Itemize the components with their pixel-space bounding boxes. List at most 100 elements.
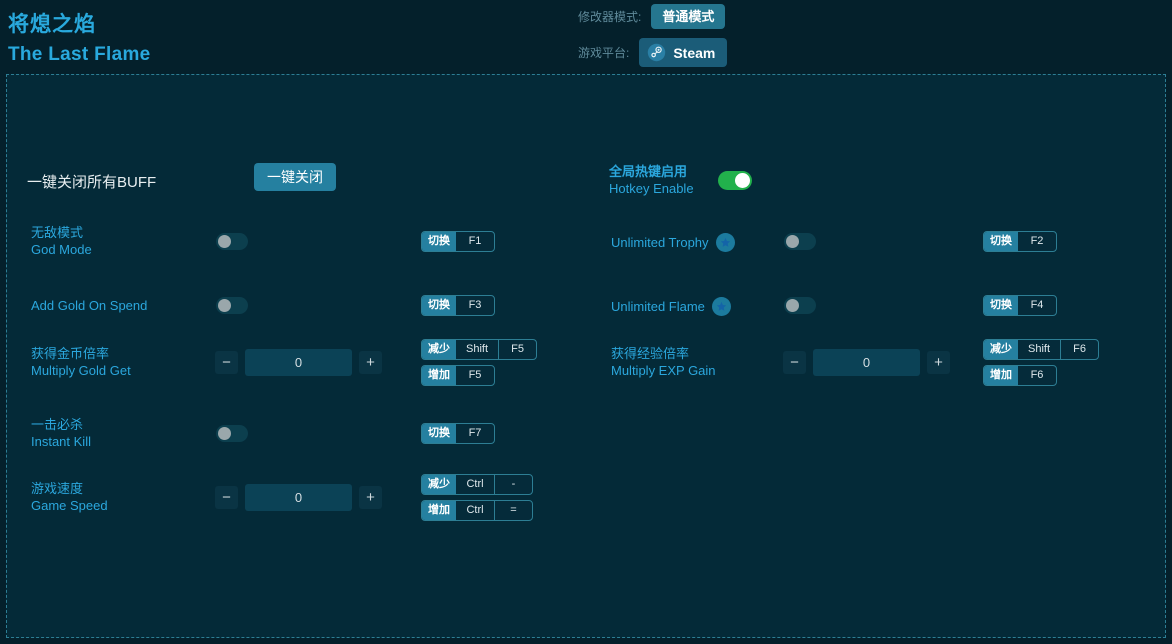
hotkey-group: 减少ShiftF5增加F5: [421, 339, 537, 386]
stepper-decrement-button[interactable]: −: [215, 351, 238, 374]
hotkey-action-label: 减少: [422, 340, 456, 359]
cheat-label-en: Unlimited Flame: [611, 297, 791, 316]
stepper-value-input[interactable]: [245, 484, 352, 511]
hotkey-group: 切换F4: [983, 295, 1057, 316]
app-title-en: The Last Flame: [8, 44, 151, 66]
stepper-value-input[interactable]: [813, 349, 920, 376]
hotkey-chip[interactable]: 减少ShiftF6: [983, 339, 1099, 360]
cheat-toggle[interactable]: [216, 297, 248, 314]
cheat-label-en: Multiply EXP Gain: [611, 362, 791, 379]
cheat-label-zh: 游戏速度: [31, 480, 211, 497]
hotkey-key: F5: [456, 366, 494, 385]
hotkey-key: F7: [456, 424, 494, 443]
toggle-knob: [218, 299, 231, 312]
close-all-button[interactable]: 一键关闭: [254, 163, 336, 191]
hotkey-chip[interactable]: 增加F5: [421, 365, 495, 386]
hotkey-key: F6: [1018, 366, 1056, 385]
cheat-label: Unlimited Flame: [611, 297, 791, 316]
close-all-title: 一键关闭所有BUFF: [27, 171, 156, 192]
star-icon: [716, 233, 735, 252]
stepper-decrement-button[interactable]: −: [215, 486, 238, 509]
hotkey-group: 切换F1: [421, 231, 495, 252]
cheat-label-en-text: Game Speed: [31, 497, 108, 514]
cheat-toggle[interactable]: [216, 425, 248, 442]
hotkey-group: 减少Ctrl- 增加Ctrl=: [421, 474, 533, 521]
cheat-label-zh: 一击必杀: [31, 416, 211, 433]
hotkey-action-label: 减少: [984, 340, 1018, 359]
hotkey-key: -: [494, 475, 532, 494]
toggle-knob: [786, 235, 799, 248]
cheat-label-en-text: Unlimited Trophy: [611, 234, 709, 251]
hotkey-key: F6: [1060, 340, 1098, 359]
hotkey-enable-label: 全局热键启用 Hotkey Enable: [609, 163, 694, 197]
cheat-label: 一击必杀Instant Kill: [31, 416, 211, 450]
hotkey-action-label: 增加: [984, 366, 1018, 385]
hotkey-chip[interactable]: 切换F3: [421, 295, 495, 316]
stepper-increment-button[interactable]: +: [927, 351, 950, 374]
platform-button[interactable]: Steam: [639, 38, 727, 67]
cheat-label-en: Unlimited Trophy: [611, 233, 791, 252]
cheat-stepper: −+: [215, 349, 382, 376]
cheat-stepper: −+: [215, 484, 382, 511]
hotkey-chip[interactable]: 切换F7: [421, 423, 495, 444]
cheat-toggle[interactable]: [216, 233, 248, 250]
cheat-toggle[interactable]: [784, 297, 816, 314]
hotkey-key: Shift: [456, 340, 498, 359]
hotkey-key: F4: [1018, 296, 1056, 315]
cheat-label-en-text: Add Gold On Spend: [31, 297, 147, 314]
hotkey-chip[interactable]: 增加Ctrl=: [421, 500, 533, 521]
cheat-label-en-text: Instant Kill: [31, 433, 91, 450]
toggle-knob: [218, 427, 231, 440]
hotkey-key: Shift: [1018, 340, 1060, 359]
trainer-window: 将熄之焰 The Last Flame 修改器模式: 普通模式 游戏平台:: [0, 0, 1172, 644]
cheat-label-en: Multiply Gold Get: [31, 362, 211, 379]
cheat-label: 获得金币倍率Multiply Gold Get: [31, 345, 211, 379]
stepper-increment-button[interactable]: +: [359, 351, 382, 374]
stepper-decrement-button[interactable]: −: [783, 351, 806, 374]
cheat-label: Add Gold On Spend: [31, 297, 211, 314]
hotkey-action-label: 切换: [984, 296, 1018, 315]
cheat-label-en-text: God Mode: [31, 241, 92, 258]
cheat-row: 一击必杀Instant Kill 切换F7: [7, 406, 587, 460]
cheat-label-en: Instant Kill: [31, 433, 211, 450]
cheat-label: 获得经验倍率Multiply EXP Gain: [611, 345, 791, 379]
hotkey-enable-toggle[interactable]: [718, 171, 752, 190]
cheat-label-en: Add Gold On Spend: [31, 297, 211, 314]
hotkey-chip[interactable]: 切换F1: [421, 231, 495, 252]
hotkey-key: =: [494, 501, 532, 520]
toggle-knob: [218, 235, 231, 248]
hotkey-action-label: 减少: [422, 475, 456, 494]
hotkey-key: F3: [456, 296, 494, 315]
cheat-label-zh: 获得金币倍率: [31, 345, 211, 362]
cheat-row: 获得经验倍率Multiply EXP Gain−+减少ShiftF6增加F6: [587, 335, 1167, 389]
cheat-label-zh: 获得经验倍率: [611, 345, 791, 362]
hotkey-chip[interactable]: 切换F2: [983, 231, 1057, 252]
hotkey-action-label: 增加: [422, 501, 456, 520]
cheat-row: 获得金币倍率Multiply Gold Get−+减少ShiftF5增加F5: [7, 335, 587, 389]
hotkey-chip[interactable]: 切换F4: [983, 295, 1057, 316]
hotkey-key: F2: [1018, 232, 1056, 251]
toggle-knob: [786, 299, 799, 312]
cheat-label-zh: 无敌模式: [31, 224, 211, 241]
cheat-label: Unlimited Trophy: [611, 233, 791, 252]
cheat-toggle[interactable]: [784, 233, 816, 250]
platform-control: 游戏平台: Steam: [578, 38, 727, 67]
stepper-increment-button[interactable]: +: [359, 486, 382, 509]
hotkey-chip[interactable]: 增加F6: [983, 365, 1057, 386]
mode-button[interactable]: 普通模式: [651, 4, 725, 29]
cheat-row: Unlimited Trophy 切换F2: [587, 214, 1167, 268]
toggle-knob: [735, 173, 750, 188]
platform-button-label: Steam: [673, 46, 715, 60]
hotkey-chip[interactable]: 减少ShiftF5: [421, 339, 537, 360]
hotkey-group: 减少ShiftF6增加F6: [983, 339, 1099, 386]
hotkey-key: F1: [456, 232, 494, 251]
cheat-stepper: −+: [783, 349, 950, 376]
hotkey-action-label: 切换: [422, 424, 456, 443]
hotkey-key: F5: [498, 340, 536, 359]
stepper-value-input[interactable]: [245, 349, 352, 376]
cheat-label-en-text: Multiply EXP Gain: [611, 362, 716, 379]
hotkey-group: 切换F7: [421, 423, 495, 444]
cheat-row: Unlimited Flame 切换F4: [587, 278, 1167, 332]
hotkey-chip[interactable]: 减少Ctrl-: [421, 474, 533, 495]
hotkey-action-label: 切换: [422, 232, 456, 251]
